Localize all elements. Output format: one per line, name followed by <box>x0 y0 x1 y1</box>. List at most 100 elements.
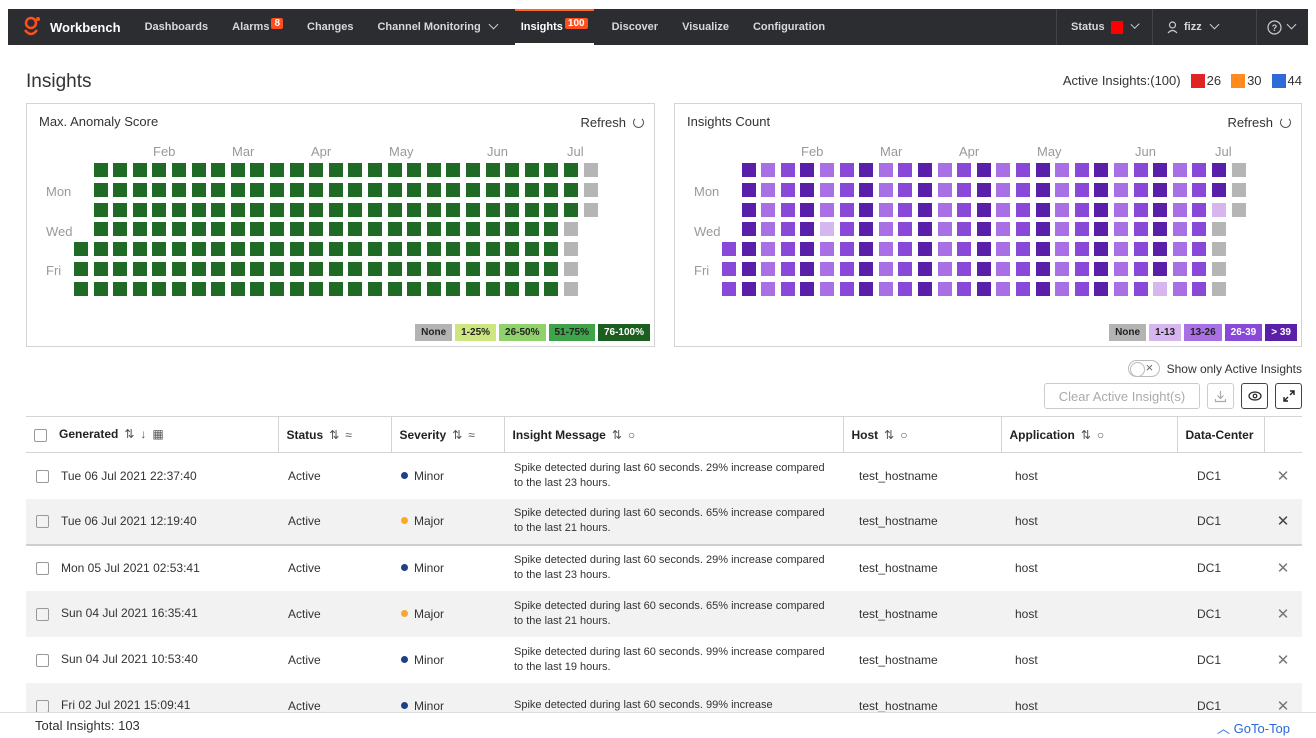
heatmap-cell[interactable] <box>1055 163 1070 177</box>
row-checkbox[interactable] <box>36 699 49 713</box>
heatmap-cell[interactable] <box>1035 222 1050 237</box>
heatmap-cell[interactable] <box>996 202 1011 217</box>
heatmap-cell[interactable] <box>957 262 972 276</box>
heatmap-cell[interactable] <box>1094 202 1109 217</box>
heatmap-cell[interactable] <box>800 182 815 197</box>
heatmap-cell[interactable] <box>132 202 147 217</box>
heatmap-cell[interactable] <box>878 242 893 257</box>
heatmap-cell[interactable] <box>387 163 402 177</box>
heatmap-cell[interactable] <box>761 281 776 296</box>
heatmap-cell[interactable] <box>761 222 776 237</box>
heatmap-cell[interactable] <box>132 281 147 296</box>
row-checkbox[interactable] <box>36 562 49 576</box>
heatmap-cell[interactable] <box>211 281 226 296</box>
heatmap-cell[interactable] <box>761 202 776 217</box>
heatmap-cell[interactable] <box>485 163 500 177</box>
heatmap-cell[interactable] <box>172 182 186 197</box>
heatmap-cell[interactable] <box>446 281 461 296</box>
heatmap-cell[interactable] <box>780 281 795 296</box>
heatmap-cell[interactable] <box>270 202 284 217</box>
heatmap-cell[interactable] <box>1153 281 1168 296</box>
heatmap-cell[interactable] <box>387 182 402 197</box>
heatmap-cell[interactable] <box>289 202 304 217</box>
heatmap-cell[interactable] <box>230 281 245 296</box>
heatmap-cell[interactable] <box>996 163 1011 177</box>
close-icon[interactable]: ✕ <box>1264 545 1302 591</box>
heatmap-cell[interactable] <box>113 262 128 276</box>
heatmap-cell[interactable] <box>191 281 206 296</box>
heatmap-cell[interactable] <box>1114 163 1128 177</box>
row-checkbox[interactable] <box>36 469 49 483</box>
heatmap-cell[interactable] <box>328 262 343 276</box>
heatmap-cell[interactable] <box>270 281 284 296</box>
heatmap-cell[interactable] <box>152 281 167 296</box>
sort-icon[interactable]: ⇅ <box>884 428 894 442</box>
heatmap-cell[interactable] <box>761 163 776 177</box>
heatmap-cell[interactable] <box>1016 281 1030 296</box>
heatmap-cell[interactable] <box>309 242 324 257</box>
heatmap-cell[interactable] <box>1172 202 1187 217</box>
heatmap-cell[interactable] <box>368 281 382 296</box>
filter-icon[interactable]: ≈ <box>468 428 475 442</box>
heatmap-cell[interactable] <box>800 242 815 257</box>
heatmap-cell[interactable] <box>485 262 500 276</box>
heatmap-cell[interactable] <box>93 202 108 217</box>
heatmap-cell[interactable] <box>387 262 402 276</box>
heatmap-cell[interactable] <box>426 163 441 177</box>
heatmap-cell[interactable] <box>387 222 402 237</box>
heatmap-cell[interactable] <box>446 222 461 237</box>
heatmap-cell[interactable] <box>1172 222 1187 237</box>
heatmap-cell[interactable] <box>211 242 226 257</box>
nav-insights[interactable]: Insights 100 <box>509 9 600 45</box>
heatmap-cell[interactable] <box>211 262 226 276</box>
heatmap-cell[interactable] <box>113 202 128 217</box>
heatmap-cell[interactable] <box>859 182 874 197</box>
heatmap-cell[interactable] <box>544 262 559 276</box>
row-checkbox[interactable] <box>36 607 49 621</box>
heatmap-cell[interactable] <box>1016 222 1030 237</box>
select-all-checkbox[interactable] <box>34 428 47 442</box>
heatmap-cell[interactable] <box>387 202 402 217</box>
heatmap-cell[interactable] <box>446 242 461 257</box>
heatmap-cell[interactable] <box>172 202 186 217</box>
heatmap-cell[interactable] <box>544 281 559 296</box>
heatmap-cell[interactable] <box>1172 163 1187 177</box>
heatmap-cell[interactable] <box>113 222 128 237</box>
heatmap-cell[interactable] <box>74 242 88 257</box>
heatmap-cell[interactable] <box>859 262 874 276</box>
heatmap-cell[interactable] <box>426 182 441 197</box>
heatmap-cell[interactable] <box>839 182 854 197</box>
heatmap-cell[interactable] <box>859 202 874 217</box>
heatmap-cell[interactable] <box>839 202 854 217</box>
heatmap-cell[interactable] <box>93 281 108 296</box>
heatmap-cell[interactable] <box>1133 281 1148 296</box>
heatmap-cell[interactable] <box>1114 242 1128 257</box>
clear-active-insights-button[interactable]: Clear Active Insight(s) <box>1044 383 1200 409</box>
heatmap-cell[interactable] <box>918 242 932 257</box>
heatmap-cell[interactable] <box>976 242 991 257</box>
heatmap-cell[interactable] <box>505 182 520 197</box>
heatmap-cell[interactable] <box>250 262 265 276</box>
refresh-button[interactable]: Refresh <box>1227 115 1291 130</box>
heatmap-cell[interactable] <box>878 281 893 296</box>
heatmap-cell[interactable] <box>780 242 795 257</box>
heatmap-cell[interactable] <box>839 222 854 237</box>
heatmap-cell[interactable] <box>800 163 815 177</box>
row-checkbox[interactable] <box>36 653 49 667</box>
heatmap-cell[interactable] <box>348 202 363 217</box>
sort-icon[interactable]: ⇅ <box>329 428 339 442</box>
heatmap-cell[interactable] <box>230 242 245 257</box>
heatmap-cell[interactable] <box>1133 202 1148 217</box>
heatmap-cell[interactable] <box>996 182 1011 197</box>
heatmap-cell[interactable] <box>289 222 304 237</box>
heatmap-cell[interactable] <box>1055 222 1070 237</box>
heatmap-cell[interactable] <box>368 182 382 197</box>
heatmap-cell[interactable] <box>270 242 284 257</box>
nav-visualize[interactable]: Visualize <box>670 9 741 45</box>
heatmap-cell[interactable] <box>1074 182 1089 197</box>
close-icon[interactable]: ✕ <box>1264 590 1302 637</box>
heatmap-cell[interactable] <box>446 202 461 217</box>
heatmap-cell[interactable] <box>230 182 245 197</box>
user-menu[interactable]: fizz <box>1152 9 1256 45</box>
heatmap-cell[interactable] <box>132 242 147 257</box>
